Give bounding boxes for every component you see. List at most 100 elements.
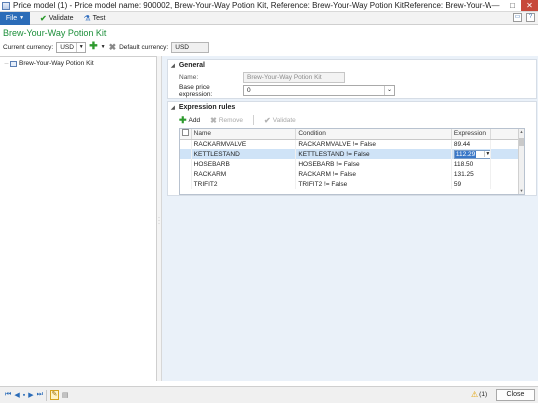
document-view-icon[interactable]: ▭ bbox=[513, 13, 522, 22]
test-label: Test bbox=[92, 14, 106, 22]
tree-item-label: Brew-Your-Way Potion Kit bbox=[19, 60, 94, 67]
rule-expression[interactable]: 59 bbox=[451, 179, 491, 189]
add-currency-icon[interactable]: ✚ bbox=[89, 42, 97, 52]
warning-indicator[interactable]: ⚠ (1) bbox=[471, 390, 487, 399]
general-title: General bbox=[178, 62, 205, 69]
chevron-down-icon[interactable]: ▼ bbox=[101, 44, 106, 50]
chevron-down-icon[interactable]: ▼ bbox=[76, 42, 85, 52]
rule-expression[interactable]: 89.44 bbox=[451, 139, 491, 149]
previous-record-icon[interactable]: ◀ bbox=[14, 391, 19, 399]
checkmark-icon: ✔ bbox=[264, 115, 271, 125]
select-all-checkbox[interactable] bbox=[182, 129, 189, 137]
name-label: Name: bbox=[179, 74, 199, 81]
rule-condition[interactable]: TRIFIT2 != False bbox=[295, 179, 452, 189]
rule-name[interactable]: TRIFIT2 bbox=[191, 179, 297, 189]
flask-icon: ⚗ bbox=[83, 13, 91, 23]
rules-toolbar: ✚ Add ✖ Remove ✔ Validate bbox=[179, 114, 536, 126]
close-button[interactable]: Close bbox=[496, 389, 535, 401]
table-row[interactable]: HOSEBARB HOSEBARB != False 118.50 bbox=[180, 159, 520, 169]
last-record-icon[interactable]: ⏭ bbox=[37, 391, 43, 399]
row-spacer bbox=[490, 139, 520, 149]
rule-condition[interactable]: RACKARM != False bbox=[295, 169, 452, 179]
column-header-condition[interactable]: Condition bbox=[295, 129, 452, 140]
edit-mode-icon[interactable]: ✎ bbox=[49, 390, 59, 400]
collapse-icon: ◢ bbox=[171, 104, 175, 111]
test-button[interactable]: ⚗ Test bbox=[83, 14, 105, 23]
column-header-expression[interactable]: Expression bbox=[451, 129, 491, 140]
checkmark-icon: ✔ bbox=[40, 13, 47, 23]
expression-rules-header[interactable]: ◢ Expression rules bbox=[168, 102, 536, 113]
row-marker bbox=[180, 159, 192, 169]
row-marker bbox=[180, 169, 192, 179]
rule-condition[interactable]: HOSEBARB != False bbox=[295, 159, 452, 169]
validate-button[interactable]: ✔ Validate bbox=[40, 14, 73, 23]
base-price-value: 0 bbox=[247, 87, 251, 94]
current-currency-label: Current currency: bbox=[3, 43, 54, 51]
help-icon[interactable]: ? bbox=[526, 13, 535, 22]
scrollbar-thumb[interactable] bbox=[519, 138, 524, 146]
rule-condition[interactable]: KETTLESTAND != False bbox=[295, 149, 452, 159]
validate-label: Validate bbox=[48, 14, 74, 22]
column-header-empty bbox=[490, 129, 520, 140]
base-price-label: Base price expression: bbox=[179, 83, 213, 98]
add-rule-button[interactable]: ✚ Add bbox=[179, 115, 200, 126]
scroll-down-icon[interactable]: ▼ bbox=[519, 188, 524, 194]
rule-expression[interactable]: 118.50 bbox=[451, 159, 491, 169]
name-row: Name: Brew-Your-Way Potion Kit bbox=[168, 71, 536, 84]
rule-name[interactable]: HOSEBARB bbox=[191, 159, 297, 169]
select-all-header[interactable] bbox=[180, 129, 192, 140]
table-row[interactable]: RACKARM RACKARM != False 131.25 bbox=[180, 169, 520, 179]
remove-rule-button[interactable]: ✖ Remove bbox=[210, 116, 243, 125]
attachment-icon[interactable]: ▤ bbox=[62, 391, 69, 399]
rule-name[interactable]: KETTLESTAND bbox=[191, 149, 297, 159]
grid-header-row: Name Condition Expression bbox=[180, 129, 520, 140]
row-marker bbox=[180, 179, 192, 189]
validate-rule-label: Validate bbox=[272, 116, 296, 124]
scroll-up-icon[interactable]: ▲ bbox=[519, 129, 524, 135]
default-currency-field: USD bbox=[171, 41, 210, 53]
table-row[interactable]: RACKARMVALVE RACKARMVALVE != False 89.44 bbox=[180, 139, 520, 149]
general-header[interactable]: ◢ General bbox=[168, 60, 536, 71]
model-tree: ···· Brew-Your-Way Potion Kit bbox=[0, 56, 157, 381]
table-row-selected[interactable]: KETTLESTAND KETTLESTAND != False 112.29 … bbox=[180, 149, 520, 159]
grid-scrollbar[interactable]: ▲ ▼ bbox=[518, 129, 524, 194]
tree-connector: ···· bbox=[4, 60, 9, 67]
row-spacer bbox=[490, 149, 520, 159]
row-spacer bbox=[490, 169, 520, 179]
form-title: Brew-Your-Way Potion Kit bbox=[3, 28, 107, 38]
warning-count: (1) bbox=[479, 391, 488, 398]
column-header-name[interactable]: Name bbox=[191, 129, 297, 140]
table-row[interactable]: TRIFIT2 TRIFIT2 != False 59 bbox=[180, 179, 520, 189]
remove-icon: ✖ bbox=[210, 115, 217, 125]
rule-name[interactable]: RACKARMVALVE bbox=[191, 139, 297, 149]
splitter-grip-icon: · · · bbox=[158, 215, 160, 227]
rule-expression[interactable]: 131.25 bbox=[451, 169, 491, 179]
expression-rules-section: ◢ Expression rules ✚ Add ✖ Remove ✔ Vali… bbox=[167, 101, 537, 196]
general-section: ◢ General Name: Brew-Your-Way Potion Kit… bbox=[167, 59, 537, 99]
minimize-button[interactable]: — bbox=[487, 0, 504, 11]
chevron-down-icon[interactable]: ▼ bbox=[483, 151, 489, 157]
file-menu-button[interactable]: File ▼ bbox=[0, 11, 30, 25]
currency-row: Current currency: USD ▼ ✚ ▼ ✖ Default cu… bbox=[3, 41, 210, 53]
next-record-icon[interactable]: ▶ bbox=[28, 391, 33, 399]
chevron-down-icon[interactable]: ⌄ bbox=[384, 86, 394, 95]
rule-expression-editor[interactable]: 112.29 ▼ bbox=[451, 149, 491, 159]
maximize-button[interactable]: □ bbox=[504, 0, 521, 11]
current-currency-select[interactable]: USD ▼ bbox=[56, 41, 87, 53]
tree-item[interactable]: ···· Brew-Your-Way Potion Kit bbox=[4, 60, 156, 67]
base-price-input[interactable]: 0 ⌄ bbox=[243, 85, 395, 96]
rule-name[interactable]: RACKARM bbox=[191, 169, 297, 179]
clear-currency-icon[interactable]: ✖ bbox=[109, 42, 117, 53]
close-window-button[interactable]: ✕ bbox=[521, 0, 538, 11]
record-indicator-icon[interactable]: ▪ bbox=[23, 392, 25, 399]
app-icon bbox=[2, 1, 10, 10]
expression-edit-input[interactable]: 112.29 ▼ bbox=[453, 149, 490, 159]
rule-condition[interactable]: RACKARMVALVE != False bbox=[295, 139, 452, 149]
validate-rule-button[interactable]: ✔ Validate bbox=[264, 116, 296, 125]
remove-label: Remove bbox=[218, 116, 244, 124]
current-currency-value: USD bbox=[60, 43, 74, 51]
warning-icon: ⚠ bbox=[471, 390, 479, 399]
window-title: Price model (1) - Price model name: 9000… bbox=[13, 1, 491, 10]
name-field: Brew-Your-Way Potion Kit bbox=[243, 72, 345, 83]
first-record-icon[interactable]: ⏮ bbox=[5, 391, 11, 399]
